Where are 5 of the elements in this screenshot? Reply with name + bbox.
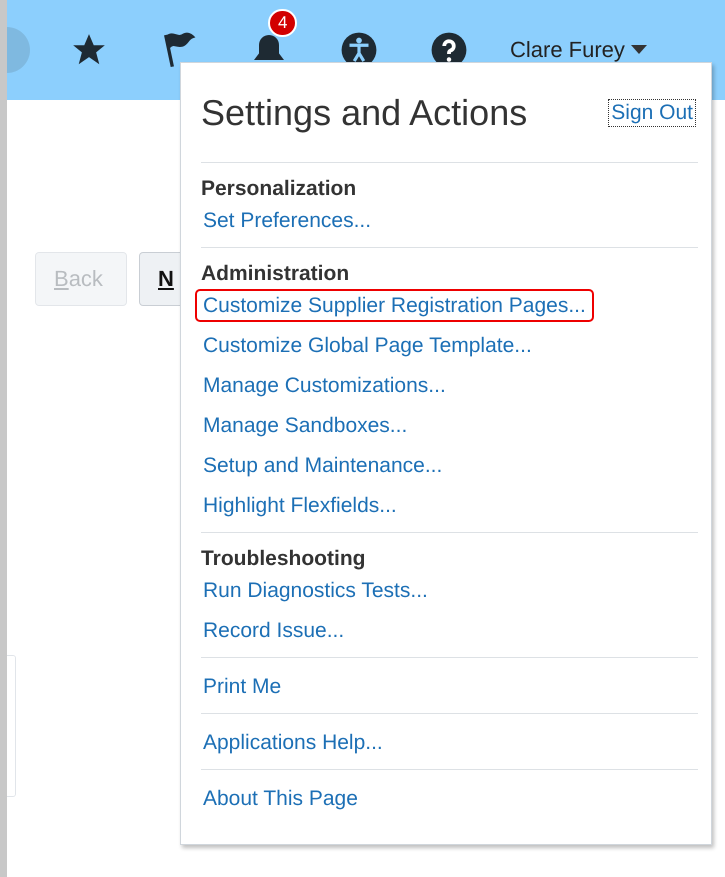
notification-badge: 4 — [268, 9, 298, 37]
section-heading: Personalization — [201, 176, 358, 202]
menu-title: Settings and Actions — [201, 92, 528, 134]
section-heading: Administration — [201, 261, 350, 287]
section-heading: Troubleshooting — [201, 546, 366, 572]
